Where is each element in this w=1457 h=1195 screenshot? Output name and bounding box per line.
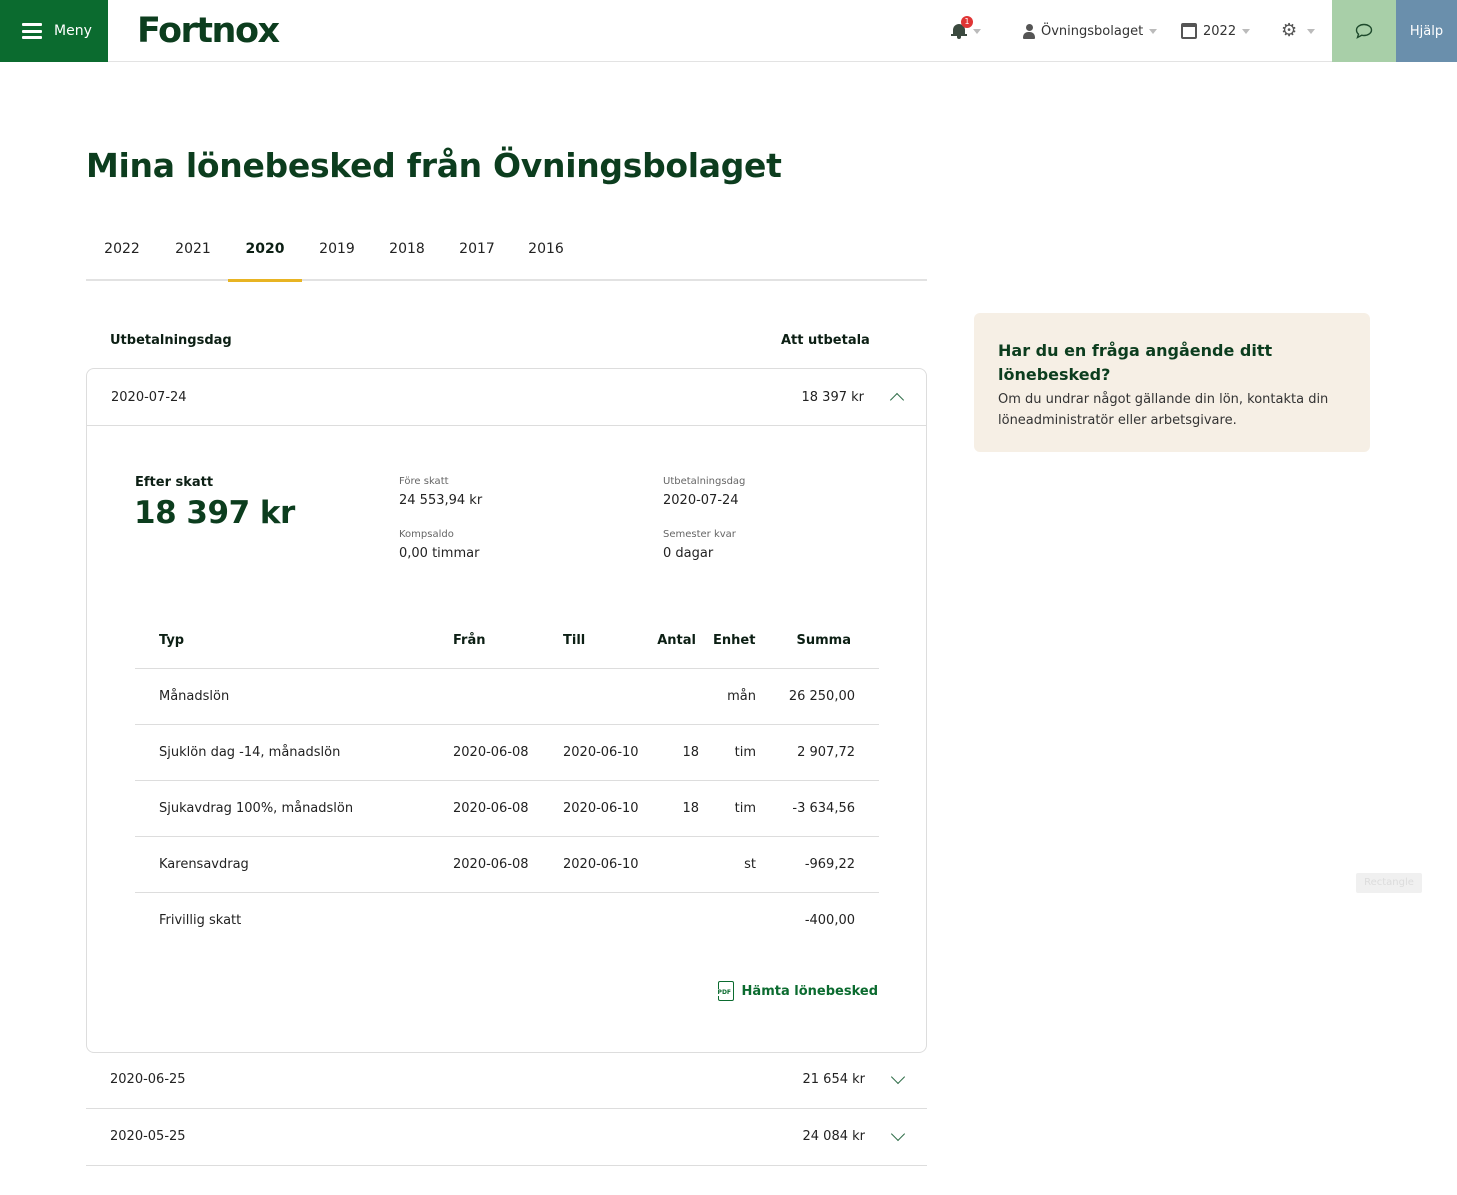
chat-icon — [1355, 23, 1373, 39]
th-type: Typ — [159, 633, 185, 648]
th-qty: Antal — [657, 633, 696, 648]
tab-2016[interactable]: 2016 — [512, 228, 580, 281]
payslip-date: 2020-05-25 — [110, 1129, 186, 1144]
cell-to: 2020-06-10 — [563, 857, 639, 872]
payslip-amount: 21 654 kr — [802, 1072, 866, 1087]
after-tax-label: Efter skatt — [135, 475, 214, 490]
cell-unit: st — [744, 857, 756, 872]
cell-unit: tim — [734, 745, 756, 760]
cell-type: Sjuklön dag -14, månadslön — [159, 745, 341, 760]
payslip-date: 2020-06-25 — [110, 1072, 186, 1087]
table-row: Sjuklön dag -14, månadslön 2020-06-08 20… — [135, 725, 879, 781]
user-icon — [1023, 23, 1035, 39]
vacation-left-label: Semester kvar — [663, 529, 736, 540]
comp-balance-label: Kompsaldo — [399, 529, 454, 540]
info-title: Har du en fråga angående ditt lönebesked… — [998, 341, 1273, 384]
payslip-row-header[interactable]: 2020-07-24 18 397 kr — [87, 369, 926, 426]
table-row: Sjukavdrag 100%, månadslön 2020-06-08 20… — [135, 781, 879, 837]
cell-sum: 2 907,72 — [797, 745, 855, 760]
info-text: Om du undrar något gällande din lön, kon… — [998, 392, 1329, 428]
chevron-down-icon — [1242, 28, 1251, 34]
year-value: 2022 — [1203, 23, 1237, 39]
tab-2022[interactable]: 2022 — [86, 228, 158, 281]
vacation-left-value: 0 dagar — [663, 546, 714, 561]
table-row: Frivillig skatt -400,00 — [135, 893, 879, 949]
cell-sum: -969,22 — [804, 857, 855, 872]
cell-to: 2020-06-10 — [563, 801, 639, 816]
chevron-down-icon — [973, 28, 981, 34]
tab-2018[interactable]: 2018 — [372, 228, 442, 281]
col-header-date: Utbetalningsdag — [110, 333, 232, 348]
chevron-up-icon[interactable] — [889, 392, 905, 408]
table-row: Månadslön mån 26 250,00 — [135, 669, 879, 725]
th-unit: Enhet — [713, 633, 756, 648]
payslip-amount: 24 084 kr — [802, 1129, 866, 1144]
notification-badge: 1 — [961, 16, 973, 28]
year-tabs: 2022 2021 2020 2019 2018 2017 2016 — [86, 228, 927, 282]
top-bar: Meny Fortnox 1 Övningsbolaget 2022 ⚙ Hjä… — [0, 0, 1457, 62]
payslip-amount: 18 397 kr — [801, 390, 865, 405]
pdf-icon: PDF — [716, 981, 734, 1001]
cell-to: 2020-06-10 — [563, 745, 639, 760]
year-selector[interactable]: 2022 — [1181, 0, 1251, 62]
ghost-rectangle-label: Rectangle — [1356, 873, 1422, 893]
payslip-date: 2020-07-24 — [111, 390, 187, 405]
hamburger-icon — [22, 23, 42, 39]
cell-qty: 18 — [682, 801, 699, 816]
download-payslip-label: Hämta lönebesked — [741, 983, 878, 999]
chevron-down-icon[interactable] — [890, 1126, 906, 1142]
table-row: Karensavdrag 2020-06-08 2020-06-10 st -9… — [135, 837, 879, 893]
company-name: Övningsbolaget — [1041, 23, 1144, 39]
chevron-down-icon — [1149, 28, 1158, 34]
fortnox-logo[interactable]: Fortnox — [137, 11, 280, 51]
gear-icon: ⚙ — [1281, 20, 1298, 41]
after-tax-value: 18 397 kr — [134, 495, 295, 531]
menu-label: Meny — [54, 23, 92, 39]
notifications-button[interactable]: 1 — [951, 0, 981, 62]
bell-icon: 1 — [951, 16, 973, 39]
cell-sum: -3 634,56 — [792, 801, 855, 816]
question-info-box: Har du en fråga angående ditt lönebesked… — [974, 313, 1370, 452]
chat-button[interactable] — [1332, 0, 1396, 62]
th-to: Till — [563, 633, 586, 648]
cell-type: Sjukavdrag 100%, månadslön — [159, 801, 354, 816]
menu-button[interactable]: Meny — [0, 0, 108, 62]
table-header: Typ Från Till Antal Enhet Summa — [135, 613, 879, 669]
payslip-row-collapsed[interactable]: 2020-06-25 21 654 kr — [86, 1052, 927, 1109]
cell-sum: 26 250,00 — [788, 689, 855, 704]
cell-qty: 18 — [682, 745, 699, 760]
comp-balance-value: 0,00 timmar — [399, 546, 480, 561]
cell-from: 2020-06-08 — [453, 801, 529, 816]
payslip-card-expanded: 2020-07-24 18 397 kr Efter skatt 18 397 … — [86, 368, 927, 1053]
cell-unit: tim — [734, 801, 756, 816]
payslip-table: Typ Från Till Antal Enhet Summa Månadslö… — [135, 613, 879, 949]
help-button[interactable]: Hjälp — [1396, 0, 1457, 62]
tab-2017[interactable]: 2017 — [442, 228, 512, 281]
calendar-icon — [1181, 23, 1197, 39]
download-payslip-button[interactable]: PDF Hämta lönebesked — [716, 981, 878, 1001]
tab-2020[interactable]: 2020 — [228, 228, 302, 282]
pre-tax-value: 24 553,94 kr — [399, 493, 483, 508]
col-header-amount: Att utbetala — [781, 333, 870, 348]
th-from: Från — [453, 633, 486, 648]
cell-unit: mån — [727, 689, 756, 704]
paydate-value: 2020-07-24 — [663, 493, 739, 508]
cell-type: Månadslön — [159, 689, 230, 704]
chevron-down-icon[interactable] — [890, 1069, 906, 1085]
cell-type: Frivillig skatt — [159, 913, 242, 928]
paydate-label: Utbetalningsdag — [663, 476, 746, 487]
chevron-down-icon — [1307, 28, 1316, 34]
settings-button[interactable]: ⚙ — [1281, 0, 1316, 62]
th-sum: Summa — [796, 633, 851, 648]
cell-type: Karensavdrag — [159, 857, 249, 872]
company-selector[interactable]: Övningsbolaget — [1023, 0, 1158, 62]
cell-from: 2020-06-08 — [453, 745, 529, 760]
cell-from: 2020-06-08 — [453, 857, 529, 872]
tab-2019[interactable]: 2019 — [302, 228, 372, 281]
page-title: Mina lönebesked från Övningsbolaget — [86, 146, 782, 185]
tab-2021[interactable]: 2021 — [158, 228, 228, 281]
cell-sum: -400,00 — [804, 913, 855, 928]
payslip-row-collapsed[interactable]: 2020-05-25 24 084 kr — [86, 1109, 927, 1166]
pre-tax-label: Före skatt — [399, 476, 449, 487]
